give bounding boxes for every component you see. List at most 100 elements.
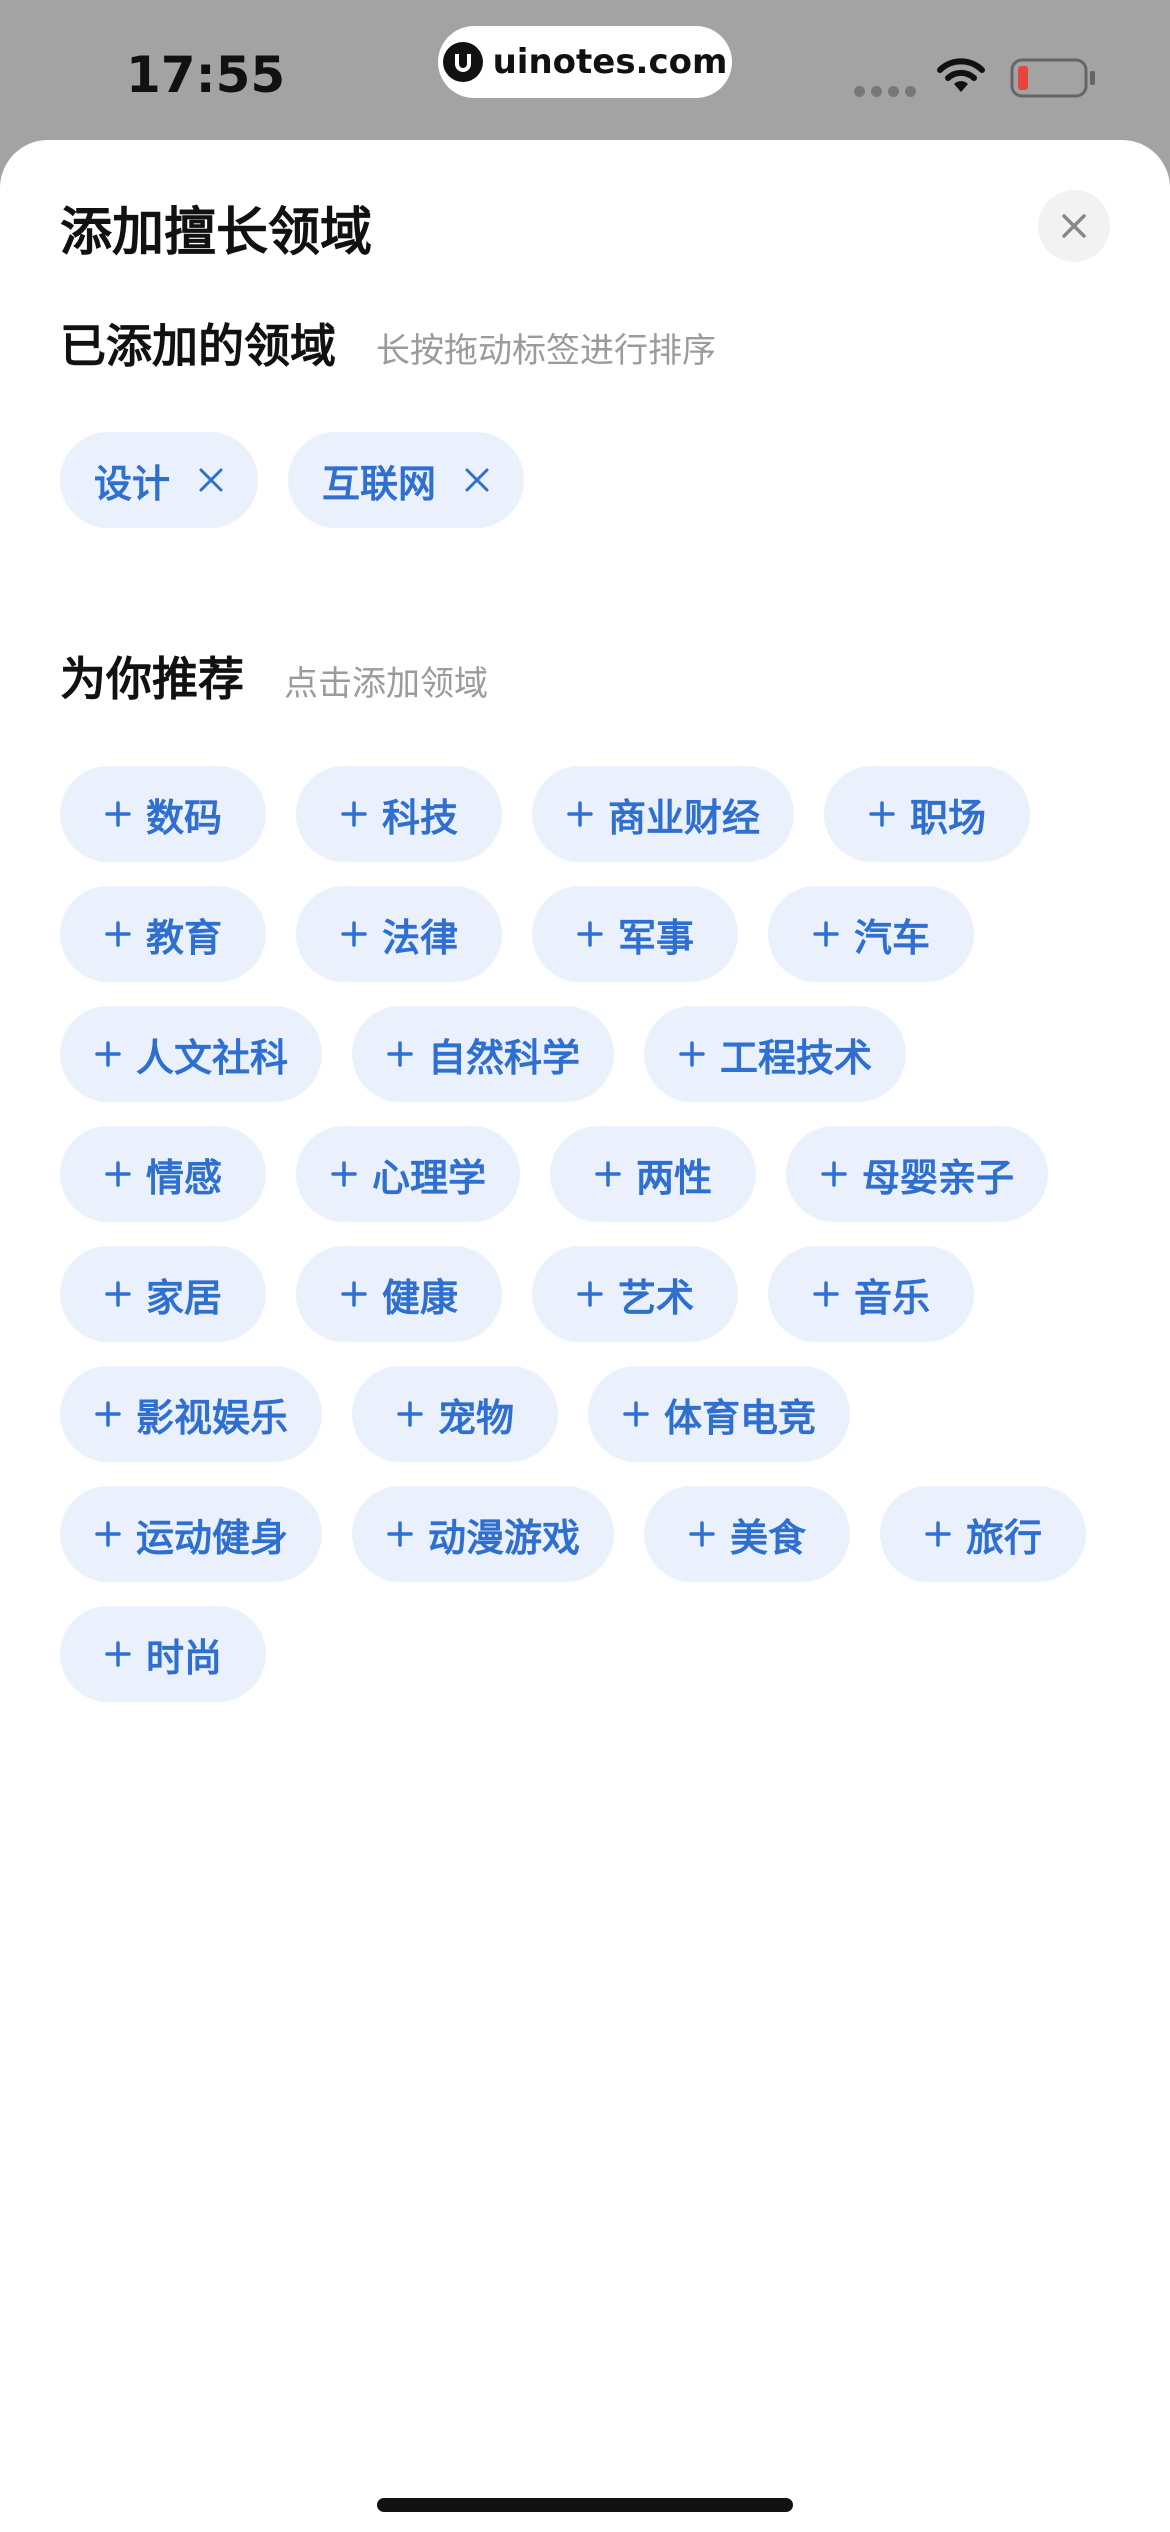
sheet-title: 添加擅长领域 (60, 203, 373, 263)
recommended-tag[interactable]: 法律 (296, 886, 502, 982)
plus-icon (594, 1160, 622, 1188)
plus-icon (812, 920, 840, 948)
recommended-tag[interactable]: 情感 (60, 1126, 266, 1222)
recommended-tag[interactable]: 体育电竞 (588, 1366, 851, 1462)
recommended-tag[interactable]: 运动健身 (60, 1486, 323, 1582)
recommended-tag-label: 人文社科 (136, 1035, 289, 1080)
recommended-tag[interactable]: 人文社科 (60, 1006, 323, 1102)
recommended-tag-label: 军事 (617, 915, 694, 960)
recommended-tag-label: 时尚 (145, 1635, 222, 1680)
recommended-tag-label: 旅行 (966, 1515, 1043, 1560)
status-bar: 17:55 uinotes.com (0, 0, 1170, 140)
recommended-tag-label: 母婴亲子 (862, 1155, 1015, 1200)
added-tag[interactable]: 互联网 (288, 432, 525, 528)
recommended-tag[interactable]: 艺术 (532, 1246, 738, 1342)
recommended-tag-label: 科技 (381, 795, 458, 840)
plus-icon (104, 920, 132, 948)
plus-icon (622, 1400, 650, 1428)
plus-icon (94, 1400, 122, 1428)
recommended-tag[interactable]: 家居 (60, 1246, 266, 1342)
plus-icon (104, 1640, 132, 1668)
recommended-tag-label: 影视娱乐 (136, 1395, 289, 1440)
plus-icon (688, 1520, 716, 1548)
recommended-tag-label: 音乐 (853, 1275, 930, 1320)
plus-icon (566, 800, 594, 828)
recommended-tag-label: 自然科学 (428, 1035, 581, 1080)
close-button[interactable] (1038, 190, 1110, 262)
recommended-tag-label: 动漫游戏 (428, 1515, 581, 1560)
recommended-tag-label: 工程技术 (720, 1035, 873, 1080)
site-logo-icon (442, 42, 483, 82)
wifi-icon (937, 58, 985, 92)
plus-icon (340, 1280, 368, 1308)
recommended-tag-label: 汽车 (853, 915, 930, 960)
recommended-tags: 数码 科技 商业财经 职场教育 法律 军事 汽车人文社科 自然科学 工程技术情感 心理学 两性 母婴亲… (60, 766, 1120, 1702)
recommended-tag[interactable]: 宠物 (352, 1366, 559, 1462)
recommended-tag[interactable]: 汽车 (768, 886, 974, 982)
recommended-tag-label: 体育电竞 (664, 1395, 817, 1440)
recommend-section-hint: 点击添加领域 (284, 664, 488, 704)
plus-icon (104, 800, 132, 828)
recommended-tag-label: 健康 (381, 1275, 458, 1320)
added-section-title: 已添加的领域 (60, 319, 336, 373)
recommended-tag[interactable]: 军事 (532, 886, 738, 982)
added-section-hint: 长按拖动标签进行排序 (376, 331, 716, 371)
recommended-tag[interactable]: 商业财经 (532, 766, 795, 862)
recommended-tag[interactable]: 数码 (60, 766, 266, 862)
added-tag-label: 互联网 (322, 461, 437, 506)
recommended-tag-label: 商业财经 (608, 795, 761, 840)
recommended-tag[interactable]: 时尚 (60, 1606, 266, 1702)
added-section-heading: 已添加的领域 长按拖动标签进行排序 (60, 310, 716, 376)
recommended-tag[interactable]: 两性 (550, 1126, 757, 1222)
recommended-tag-label: 职场 (910, 795, 987, 840)
recommended-tag-label: 教育 (145, 915, 222, 960)
recommended-tag-label: 家居 (145, 1275, 222, 1320)
plus-icon (386, 1520, 414, 1548)
url-text: uinotes.com (492, 42, 728, 82)
recommended-tag[interactable]: 教育 (60, 886, 266, 982)
plus-icon (576, 920, 604, 948)
recommended-tag-label: 两性 (636, 1155, 713, 1200)
recommended-tag[interactable]: 心理学 (296, 1126, 521, 1222)
recommended-tag[interactable]: 职场 (824, 766, 1031, 862)
recommended-tag[interactable]: 影视娱乐 (60, 1366, 323, 1462)
recommended-tag[interactable]: 美食 (644, 1486, 851, 1582)
close-icon (1062, 214, 1086, 238)
recommended-tag[interactable]: 音乐 (768, 1246, 974, 1342)
recommended-tag-label: 宠物 (438, 1395, 515, 1440)
plus-icon (340, 800, 368, 828)
plus-icon (820, 1160, 848, 1188)
plus-icon (340, 920, 368, 948)
recommended-tag[interactable]: 工程技术 (644, 1006, 907, 1102)
plus-icon (104, 1280, 132, 1308)
recommend-section-heading: 为你推荐 点击添加领域 (60, 643, 488, 709)
recommended-tag[interactable]: 动漫游戏 (352, 1486, 615, 1582)
recommended-tag[interactable]: 健康 (296, 1246, 502, 1342)
recommended-tag-label: 运动健身 (136, 1515, 289, 1560)
plus-icon (94, 1040, 122, 1068)
plus-icon (868, 800, 896, 828)
battery-icon (1010, 58, 1095, 98)
recommend-section-title: 为你推荐 (60, 652, 244, 706)
recommended-tag[interactable]: 科技 (296, 766, 502, 862)
url-badge: uinotes.com (438, 26, 732, 98)
recommended-tag-label: 法律 (381, 915, 458, 960)
recommended-tag[interactable]: 自然科学 (352, 1006, 615, 1102)
added-tag[interactable]: 设计 (60, 432, 259, 528)
plus-icon (330, 1160, 358, 1188)
recommended-tag[interactable]: 母婴亲子 (786, 1126, 1049, 1222)
remove-tag-icon[interactable] (464, 467, 490, 493)
add-expertise-sheet: 添加擅长领域 已添加的领域 长按拖动标签进行排序 设计 互联网 为你推荐 点击添加… (0, 140, 1170, 2532)
recommended-tag-label: 数码 (145, 795, 222, 840)
recommended-tag-label: 心理学 (372, 1155, 487, 1200)
home-indicator (377, 2498, 793, 2512)
recommended-tag[interactable]: 旅行 (880, 1486, 1087, 1582)
plus-icon (924, 1520, 952, 1548)
plus-icon (576, 1280, 604, 1308)
plus-icon (94, 1520, 122, 1548)
plus-icon (678, 1040, 706, 1068)
status-time: 17:55 (126, 46, 286, 104)
plus-icon (812, 1280, 840, 1308)
added-tags: 设计 互联网 (60, 432, 1120, 528)
remove-tag-icon[interactable] (198, 467, 224, 493)
